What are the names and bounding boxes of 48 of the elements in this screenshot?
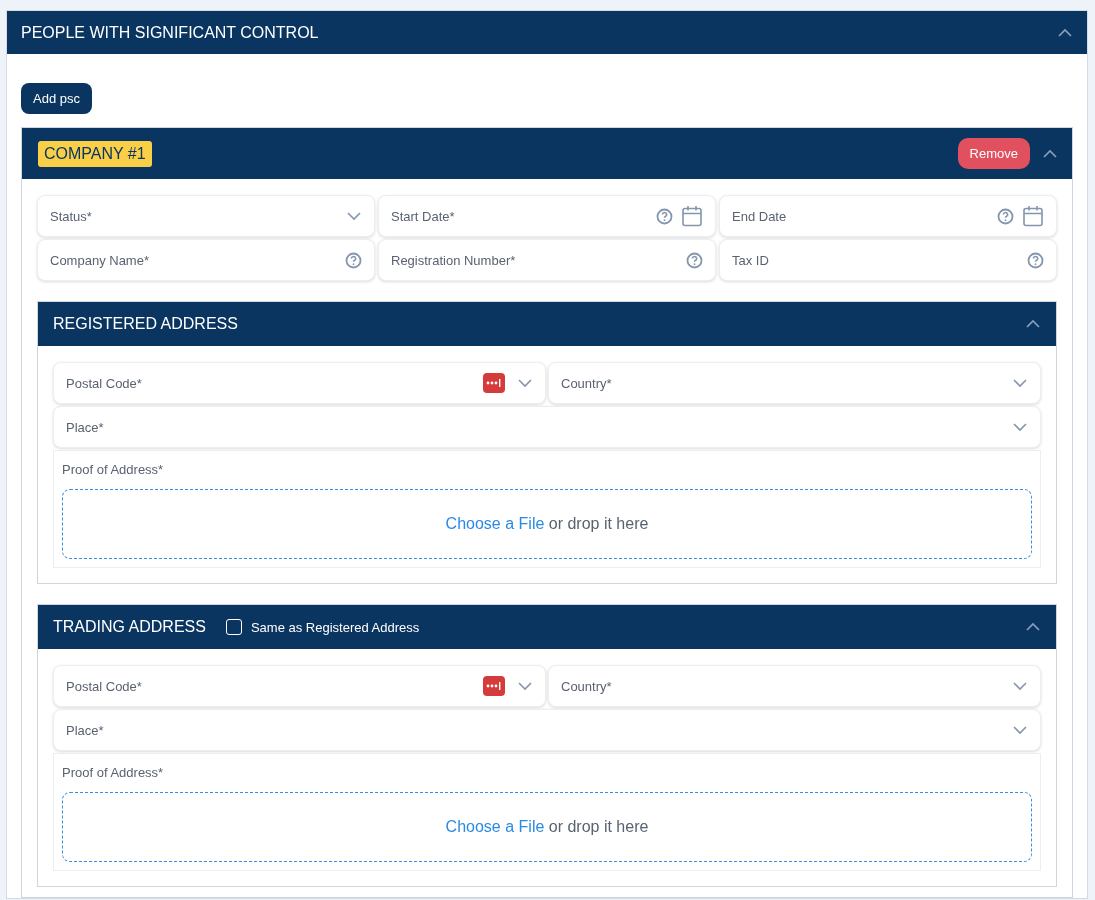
- chevron-down-icon[interactable]: [517, 681, 533, 691]
- form-field[interactable]: Registration Number*: [378, 239, 716, 281]
- remove-button[interactable]: Remove: [957, 138, 1030, 169]
- choose-file-link[interactable]: Choose a File: [445, 818, 545, 835]
- form-field[interactable]: Postal Code*: [53, 665, 546, 707]
- help-icon[interactable]: [686, 251, 703, 269]
- form-field[interactable]: Postal Code*: [53, 362, 546, 404]
- chevron-up-icon[interactable]: [1057, 27, 1073, 38]
- field-label: Proof of Address*: [62, 765, 165, 780]
- chevron-down-icon[interactable]: [1012, 725, 1028, 735]
- checkbox[interactable]: [225, 619, 242, 635]
- file-drop-zone[interactable]: Choose a File or drop it here: [62, 792, 1032, 862]
- section-title: TRADING ADDRESS: [53, 618, 206, 636]
- form-field[interactable]: End Date: [719, 195, 1057, 237]
- form-field[interactable]: Place*: [53, 709, 1041, 751]
- choose-file-link[interactable]: Choose a File: [445, 515, 545, 532]
- panel-title: PEOPLE WITH SIGNIFICANT CONTROL: [21, 23, 320, 42]
- field-label: Proof of Address*: [62, 462, 165, 477]
- drop-zone-text: Choose a File or drop it here: [445, 515, 649, 533]
- help-icon[interactable]: [656, 207, 673, 225]
- company-badge: COMPANY #1: [38, 140, 152, 167]
- chevron-down-icon[interactable]: [517, 378, 533, 388]
- calendar-icon[interactable]: [1022, 205, 1044, 227]
- form-field[interactable]: Tax ID: [719, 239, 1057, 281]
- chevron-up-icon[interactable]: [1025, 319, 1041, 329]
- form-field[interactable]: Start Date*: [378, 195, 716, 237]
- form-field[interactable]: Company Name*: [37, 239, 375, 281]
- chevron-down-icon[interactable]: [346, 211, 362, 221]
- help-icon[interactable]: [345, 251, 362, 269]
- calendar-icon[interactable]: [681, 205, 703, 227]
- password-manager-icon[interactable]: [483, 676, 505, 696]
- chevron-up-icon[interactable]: [1042, 148, 1058, 159]
- checkbox-label: Same as Registered Address: [250, 619, 420, 635]
- password-manager-icon[interactable]: [483, 373, 505, 393]
- chevron-up-icon[interactable]: [1025, 622, 1041, 632]
- form-field[interactable]: Country*: [548, 362, 1041, 404]
- chevron-down-icon[interactable]: [1012, 422, 1028, 432]
- file-drop-zone[interactable]: Choose a File or drop it here: [62, 489, 1032, 559]
- form-field[interactable]: Place*: [53, 406, 1041, 448]
- add-psc-button[interactable]: Add psc: [21, 83, 92, 114]
- section-title: REGISTERED ADDRESS: [53, 315, 238, 333]
- chevron-down-icon[interactable]: [1012, 681, 1028, 691]
- drop-zone-text: Choose a File or drop it here: [445, 818, 649, 836]
- form-field[interactable]: Country*: [548, 665, 1041, 707]
- help-icon[interactable]: [1027, 251, 1044, 269]
- form-field[interactable]: Status*: [37, 195, 375, 237]
- help-icon[interactable]: [997, 207, 1014, 225]
- chevron-down-icon[interactable]: [1012, 378, 1028, 388]
